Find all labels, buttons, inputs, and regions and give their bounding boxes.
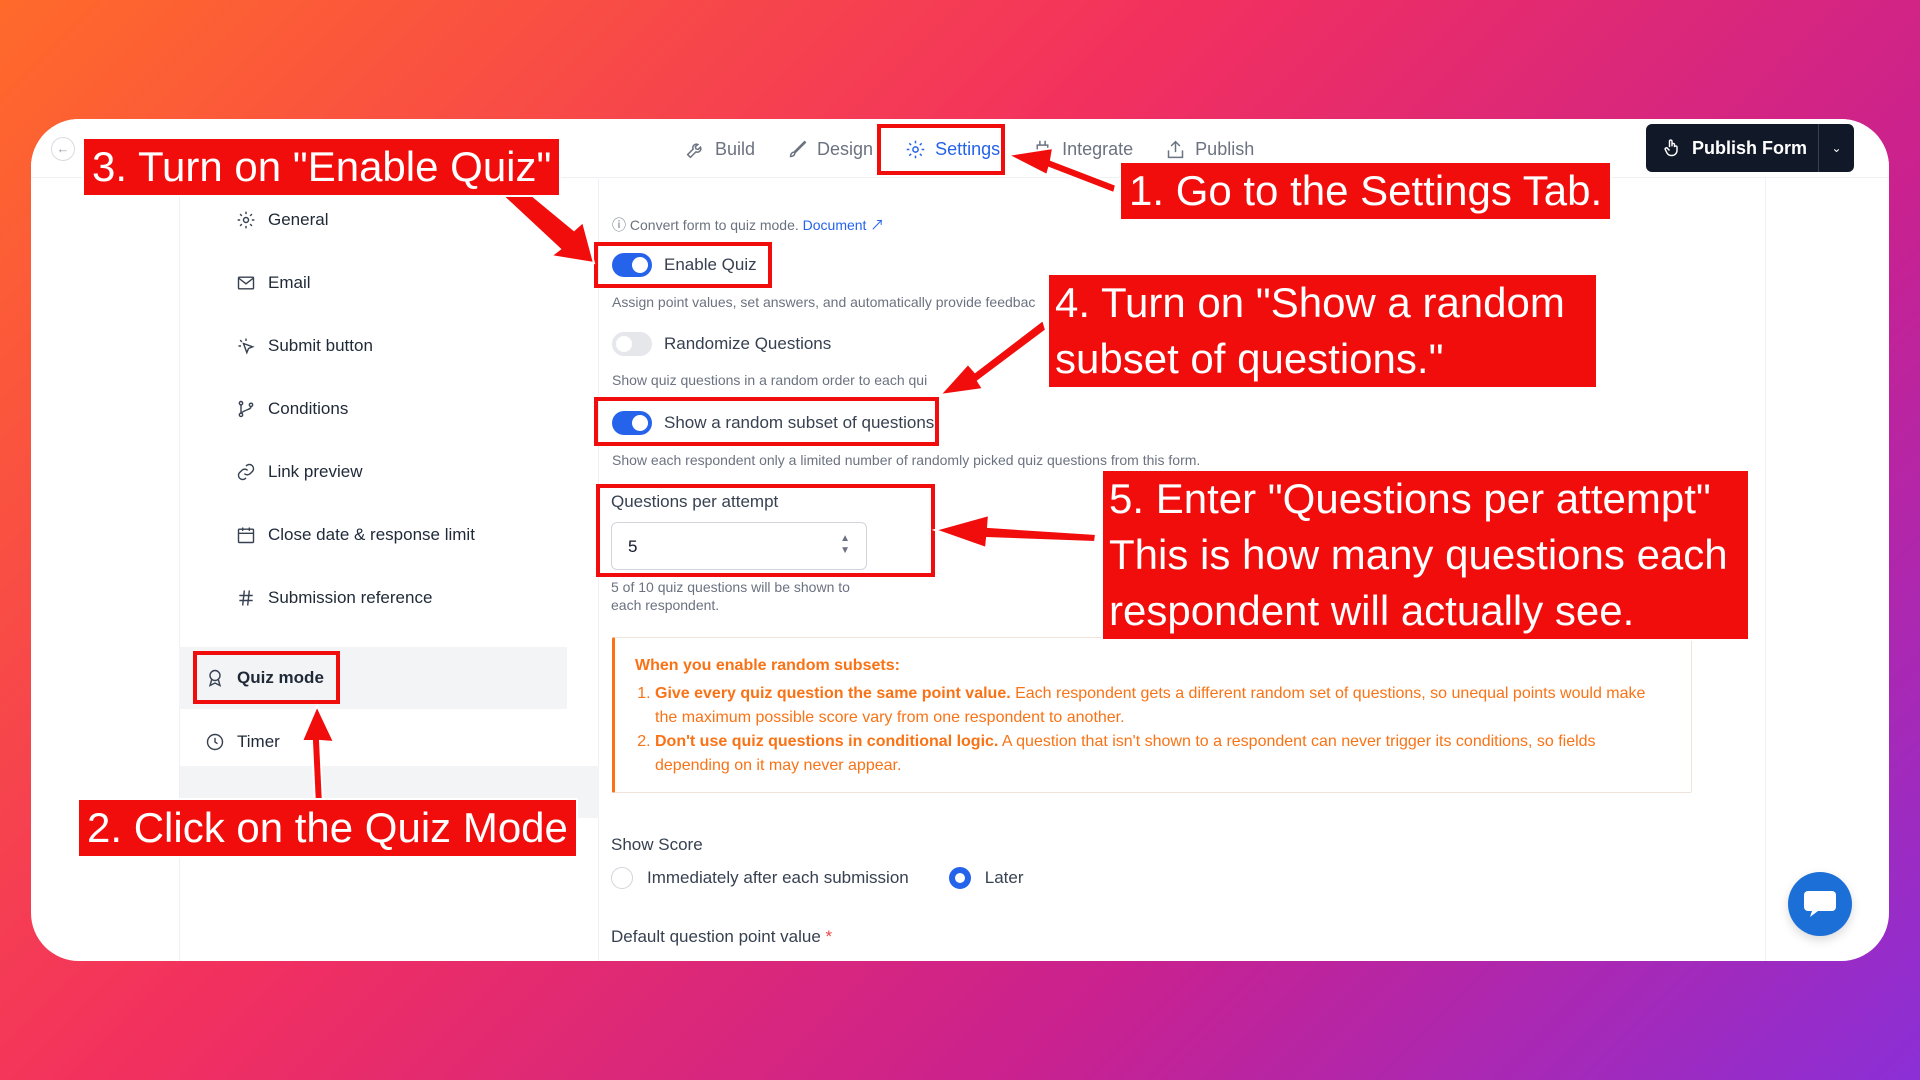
sidebar-item-email[interactable]: Email	[180, 257, 599, 309]
callout-step5-line2: This is how many questions each	[1109, 531, 1728, 578]
per-attempt-hint-line1: 5 of 10 quiz questions will be shown to	[611, 579, 850, 595]
callout-step5: 5. Enter "Questions per attempt" This is…	[1101, 469, 1750, 641]
gear-icon	[237, 211, 255, 229]
tab-label: Build	[715, 138, 756, 159]
sidebar-item-label: Close date & response limit	[268, 525, 475, 544]
mail-icon	[237, 276, 255, 290]
sidebar-item-label: Conditions	[268, 399, 349, 418]
plug-icon	[1036, 140, 1049, 158]
notice-item: Give every quiz question the same point …	[655, 682, 1671, 730]
branch-icon	[238, 400, 254, 418]
convert-hint-text: Convert form to quiz mode.	[629, 217, 799, 233]
sidebar-item-general[interactable]: General	[180, 194, 599, 246]
sidebar-item-label: Link preview	[268, 462, 363, 481]
tab-build[interactable]: Build	[671, 131, 769, 167]
per-attempt-hint: 5 of 10 quiz questions will be shown to …	[611, 578, 850, 614]
sidebar-item-label: General	[268, 210, 329, 229]
tab-label: Integrate	[1062, 138, 1134, 159]
chat-bubble-icon	[1804, 891, 1836, 917]
radio-label: Immediately after each submission	[647, 868, 909, 887]
required-mark: *	[825, 927, 833, 946]
click-icon	[238, 338, 255, 355]
sidebar-item-label: Timer	[237, 732, 280, 751]
notice-title: When you enable random subsets:	[635, 657, 900, 674]
callout-step1: 1. Go to the Settings Tab.	[1119, 161, 1613, 221]
clock-icon	[206, 733, 224, 751]
highlight-enable-quiz	[594, 242, 772, 288]
sidebar-item-close-date[interactable]: Close date & response limit	[180, 509, 599, 561]
upload-icon	[1167, 140, 1184, 158]
randomize-label: Randomize Questions	[664, 334, 832, 353]
tab-design[interactable]: Design	[773, 131, 887, 167]
sidebar-item-timer[interactable]: Timer	[179, 716, 567, 768]
brush-icon	[789, 140, 807, 157]
notice-item-bold: Don't use quiz questions in conditional …	[655, 733, 999, 750]
hand-pointer-icon	[1664, 139, 1678, 157]
highlight-settings-tab	[877, 124, 1005, 175]
highlight-random-subset	[594, 397, 939, 446]
info-icon: ⓘ	[612, 217, 626, 233]
random-subset-notice: When you enable random subsets: Give eve…	[612, 637, 1692, 793]
sidebar-item-label: Email	[268, 273, 311, 292]
notice-item-bold: Give every quiz question the same point …	[655, 685, 1011, 702]
callout-step4: 4. Turn on "Show a random subset of ques…	[1047, 273, 1598, 389]
calendar-icon	[237, 527, 255, 544]
chat-button[interactable]	[1788, 872, 1852, 936]
notice-item: Don't use quiz questions in conditional …	[655, 730, 1671, 778]
wrench-icon	[686, 142, 702, 158]
score-option-later[interactable]: Later	[948, 867, 1024, 889]
enable-quiz-desc: Assign point values, set answers, and au…	[612, 294, 1036, 310]
hash-icon	[239, 590, 253, 606]
callout-step3: 3. Turn on "Enable Quiz"	[82, 137, 562, 197]
radio-button-selected[interactable]	[948, 867, 971, 889]
highlight-questions-per-attempt	[596, 484, 935, 577]
radio-label: Later	[984, 868, 1024, 887]
randomize-row: Randomize Questions	[612, 332, 831, 356]
randomize-toggle[interactable]	[612, 332, 652, 356]
callout-step5-line1: 5. Enter "Questions per attempt"	[1109, 475, 1711, 522]
link-icon	[237, 463, 255, 481]
default-point-label: Default question point value *	[611, 927, 832, 947]
tab-label: Publish	[1195, 138, 1255, 159]
chevron-down-icon[interactable]: ⌄	[1818, 124, 1854, 172]
sidebar-item-submission-reference[interactable]: Submission reference	[180, 572, 599, 624]
highlight-quiz-mode	[193, 651, 340, 704]
per-attempt-hint-line2: each respondent.	[611, 597, 720, 613]
sidebar-item-label: Submit button	[268, 336, 373, 355]
show-score-options: Immediately after each submission Later	[611, 867, 1023, 889]
default-point-text: Default question point value	[611, 927, 821, 946]
sidebar-item-submit-button[interactable]: Submit button	[180, 320, 599, 372]
callout-step4-line2: subset of questions."	[1055, 335, 1444, 382]
radio-button[interactable]	[611, 867, 633, 889]
external-link-icon: ↗	[870, 217, 885, 233]
callout-step2: 2. Click on the Quiz Mode	[77, 798, 578, 858]
callout-step5-line3: respondent will actually see.	[1109, 587, 1635, 634]
show-score-label: Show Score	[611, 835, 703, 854]
convert-hint: ⓘ Convert form to quiz mode. Document ↗	[612, 215, 884, 235]
randomize-desc: Show quiz questions in a random order to…	[612, 372, 928, 388]
callout-step4-line1: 4. Turn on "Show a random	[1055, 279, 1565, 326]
tab-label: Design	[817, 138, 874, 159]
back-arrow-icon[interactable]: ←	[51, 137, 75, 161]
publish-form-label: Publish Form	[1692, 137, 1808, 158]
random-subset-desc: Show each respondent only a limited numb…	[612, 452, 1201, 468]
publish-form-button[interactable]: Publish Form ⌄	[1646, 124, 1854, 172]
document-link[interactable]: Document	[803, 217, 867, 233]
score-option-immediate[interactable]: Immediately after each submission	[611, 867, 909, 889]
sidebar-item-link-preview[interactable]: Link preview	[180, 446, 599, 498]
notice-list: Give every quiz question the same point …	[635, 682, 1671, 778]
sidebar-item-conditions[interactable]: Conditions	[180, 383, 599, 435]
sidebar-item-label: Submission reference	[268, 588, 433, 607]
